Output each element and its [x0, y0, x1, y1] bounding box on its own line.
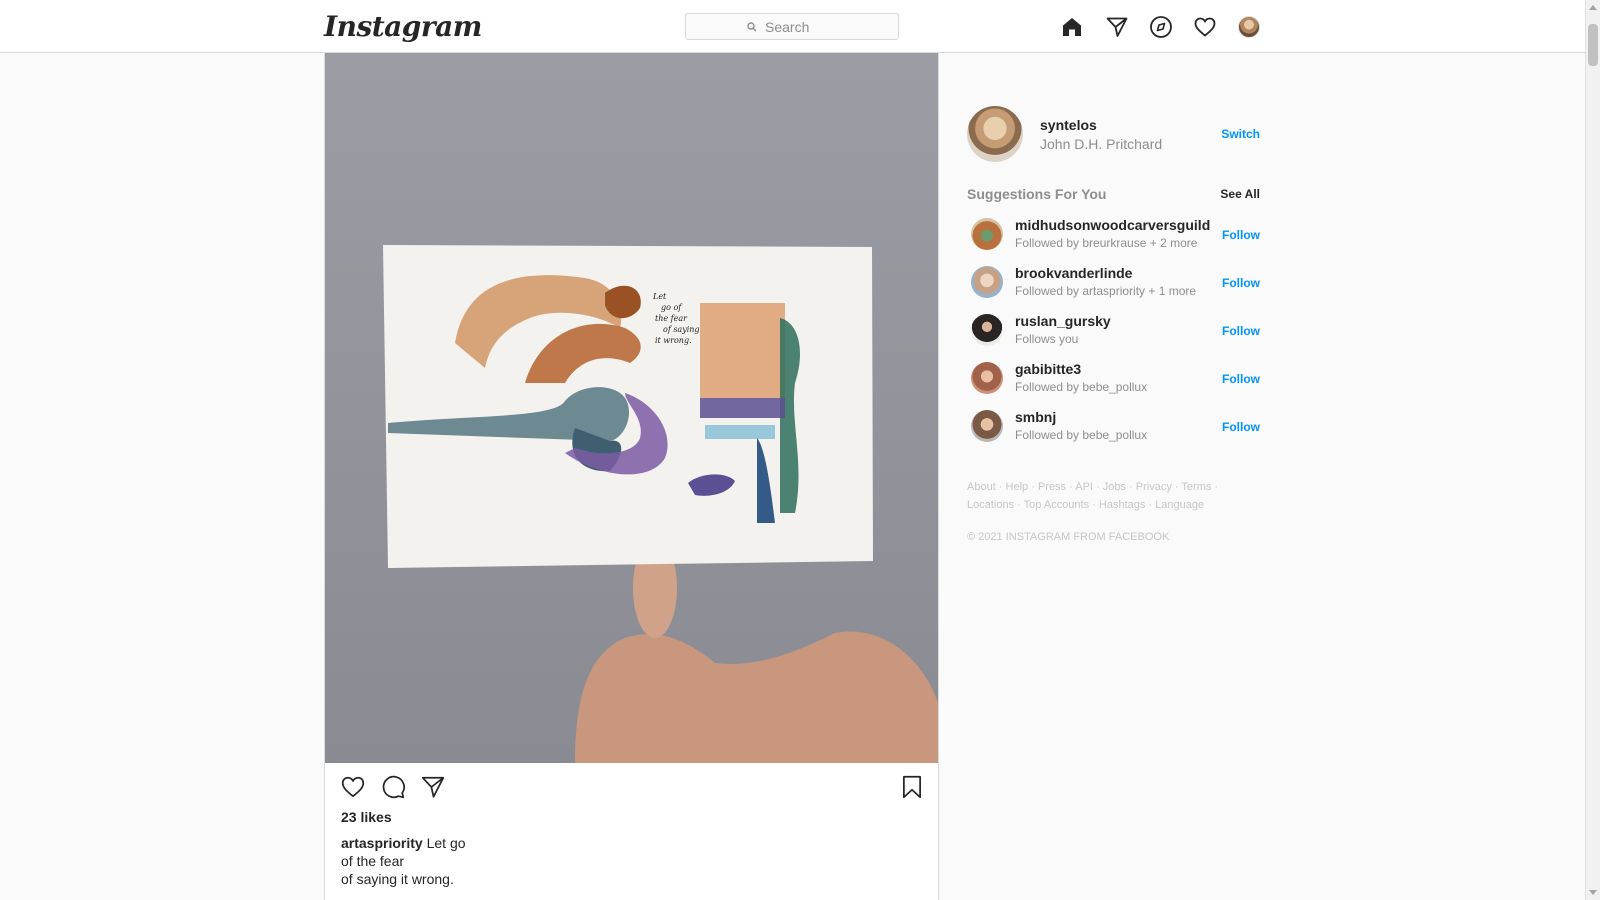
caption-line: of the fear — [341, 853, 405, 869]
suggestion-username[interactable]: brookvanderlinde — [1015, 265, 1132, 281]
suggestion-item: brookvanderlinde Followed by artaspriori… — [967, 262, 1260, 310]
suggestion-item: ruslan_gursky Follows you Follow — [967, 310, 1260, 358]
copyright-text: © 2021 INSTAGRAM FROM FACEBOOK — [967, 531, 1170, 543]
svg-text:it wrong.: it wrong. — [655, 336, 692, 345]
footer-link-locations[interactable]: Locations — [967, 499, 1014, 511]
footer-link-top-accounts[interactable]: Top Accounts — [1024, 499, 1089, 511]
top-navigation-bar: Instagram — [0, 0, 1585, 53]
suggestion-username[interactable]: gabibitte3 — [1015, 361, 1081, 377]
likes-count[interactable]: 23 likes — [341, 809, 392, 825]
follow-button[interactable]: Follow — [1222, 324, 1260, 338]
caption-line: Let go — [426, 835, 466, 851]
current-user-avatar[interactable] — [967, 106, 1023, 162]
footer-link-api[interactable]: API — [1075, 481, 1093, 493]
suggestion-username[interactable]: midhudsonwoodcarversguild — [1015, 217, 1210, 233]
profile-avatar[interactable] — [1238, 16, 1260, 38]
suggestion-avatar[interactable] — [971, 362, 1003, 394]
instagram-logo[interactable]: Instagram — [324, 10, 482, 43]
feed-post: Let go of the fear of saying it wrong. 2… — [324, 53, 939, 900]
search-box[interactable] — [685, 13, 899, 40]
footer-link-about[interactable]: About — [967, 481, 996, 493]
suggestion-subtitle: Followed by bebe_pollux — [1015, 380, 1148, 394]
post-image[interactable]: Let go of the fear of saying it wrong. — [325, 53, 938, 763]
svg-text:Let: Let — [652, 292, 667, 301]
suggestions-header: Suggestions For You See All — [967, 186, 1260, 202]
suggestion-item: gabibitte3 Followed by bebe_pollux Follo… — [967, 358, 1260, 406]
footer-link-hashtags[interactable]: Hashtags — [1099, 499, 1145, 511]
suggestion-subtitle: Follows you — [1015, 332, 1079, 346]
search-icon — [747, 21, 757, 31]
footer-link-help[interactable]: Help — [1006, 481, 1029, 493]
scrollbar-thumb[interactable] — [1588, 24, 1598, 66]
suggestion-avatar[interactable] — [971, 410, 1003, 442]
footer-link-press[interactable]: Press — [1038, 481, 1066, 493]
suggestions-list: midhudsonwoodcarversguild Followed by br… — [967, 214, 1260, 454]
suggestion-subtitle: Followed by breurkrause + 2 more — [1015, 236, 1198, 250]
suggestion-username[interactable]: smbnj — [1015, 409, 1056, 425]
caption-username[interactable]: artaspriority — [341, 835, 423, 851]
activity-heart-icon[interactable] — [1193, 15, 1217, 39]
footer-link-terms[interactable]: Terms — [1181, 481, 1211, 493]
follow-button[interactable]: Follow — [1222, 420, 1260, 434]
like-heart-icon[interactable] — [340, 774, 366, 800]
home-icon[interactable] — [1060, 15, 1084, 39]
save-bookmark-icon[interactable] — [899, 774, 925, 800]
post-caption: artaspriority Let go of the fear of sayi… — [341, 834, 481, 888]
follow-button[interactable]: Follow — [1222, 228, 1260, 242]
suggestion-avatar[interactable] — [971, 218, 1003, 250]
follow-button[interactable]: Follow — [1222, 276, 1260, 290]
explore-compass-icon[interactable] — [1149, 15, 1173, 39]
footer-link-jobs[interactable]: Jobs — [1103, 481, 1126, 493]
suggestion-avatar[interactable] — [971, 314, 1003, 346]
search-input[interactable] — [763, 17, 837, 36]
suggestion-subtitle: Followed by artaspriority + 1 more — [1015, 284, 1197, 298]
suggestion-username[interactable]: ruslan_gursky — [1015, 313, 1111, 329]
comment-icon[interactable] — [380, 774, 406, 800]
current-user-card: syntelos John D.H. Pritchard Switch — [967, 106, 1260, 162]
current-user-fullname: John D.H. Pritchard — [1040, 136, 1163, 152]
suggestion-avatar[interactable] — [971, 266, 1003, 298]
footer-links: About · Help · Press · API · Jobs · Priv… — [967, 481, 1219, 511]
svg-text:of saying: of saying — [663, 325, 700, 334]
footer-link-privacy[interactable]: Privacy — [1136, 481, 1172, 493]
footer-link-language[interactable]: Language — [1155, 499, 1204, 511]
suggestion-item: midhudsonwoodcarversguild Followed by br… — [967, 214, 1260, 262]
svg-text:go of: go of — [661, 303, 683, 312]
switch-account-button[interactable]: Switch — [1221, 127, 1260, 141]
svg-text:the fear: the fear — [655, 314, 688, 323]
suggestion-subtitle: Followed by bebe_pollux — [1015, 428, 1148, 442]
suggestion-item: smbnj Followed by bebe_pollux Follow — [967, 406, 1260, 454]
scroll-up-arrow-icon[interactable] — [1589, 5, 1597, 10]
scroll-down-arrow-icon[interactable] — [1589, 890, 1597, 895]
direct-message-icon[interactable] — [1105, 15, 1129, 39]
share-icon[interactable] — [420, 774, 446, 800]
see-all-button[interactable]: See All — [1220, 187, 1260, 201]
page-scrollbar[interactable] — [1585, 0, 1600, 900]
current-username[interactable]: syntelos — [1040, 117, 1097, 133]
caption-line: of saying it wrong. — [341, 871, 454, 887]
suggestions-title: Suggestions For You — [967, 186, 1107, 202]
follow-button[interactable]: Follow — [1222, 372, 1260, 386]
